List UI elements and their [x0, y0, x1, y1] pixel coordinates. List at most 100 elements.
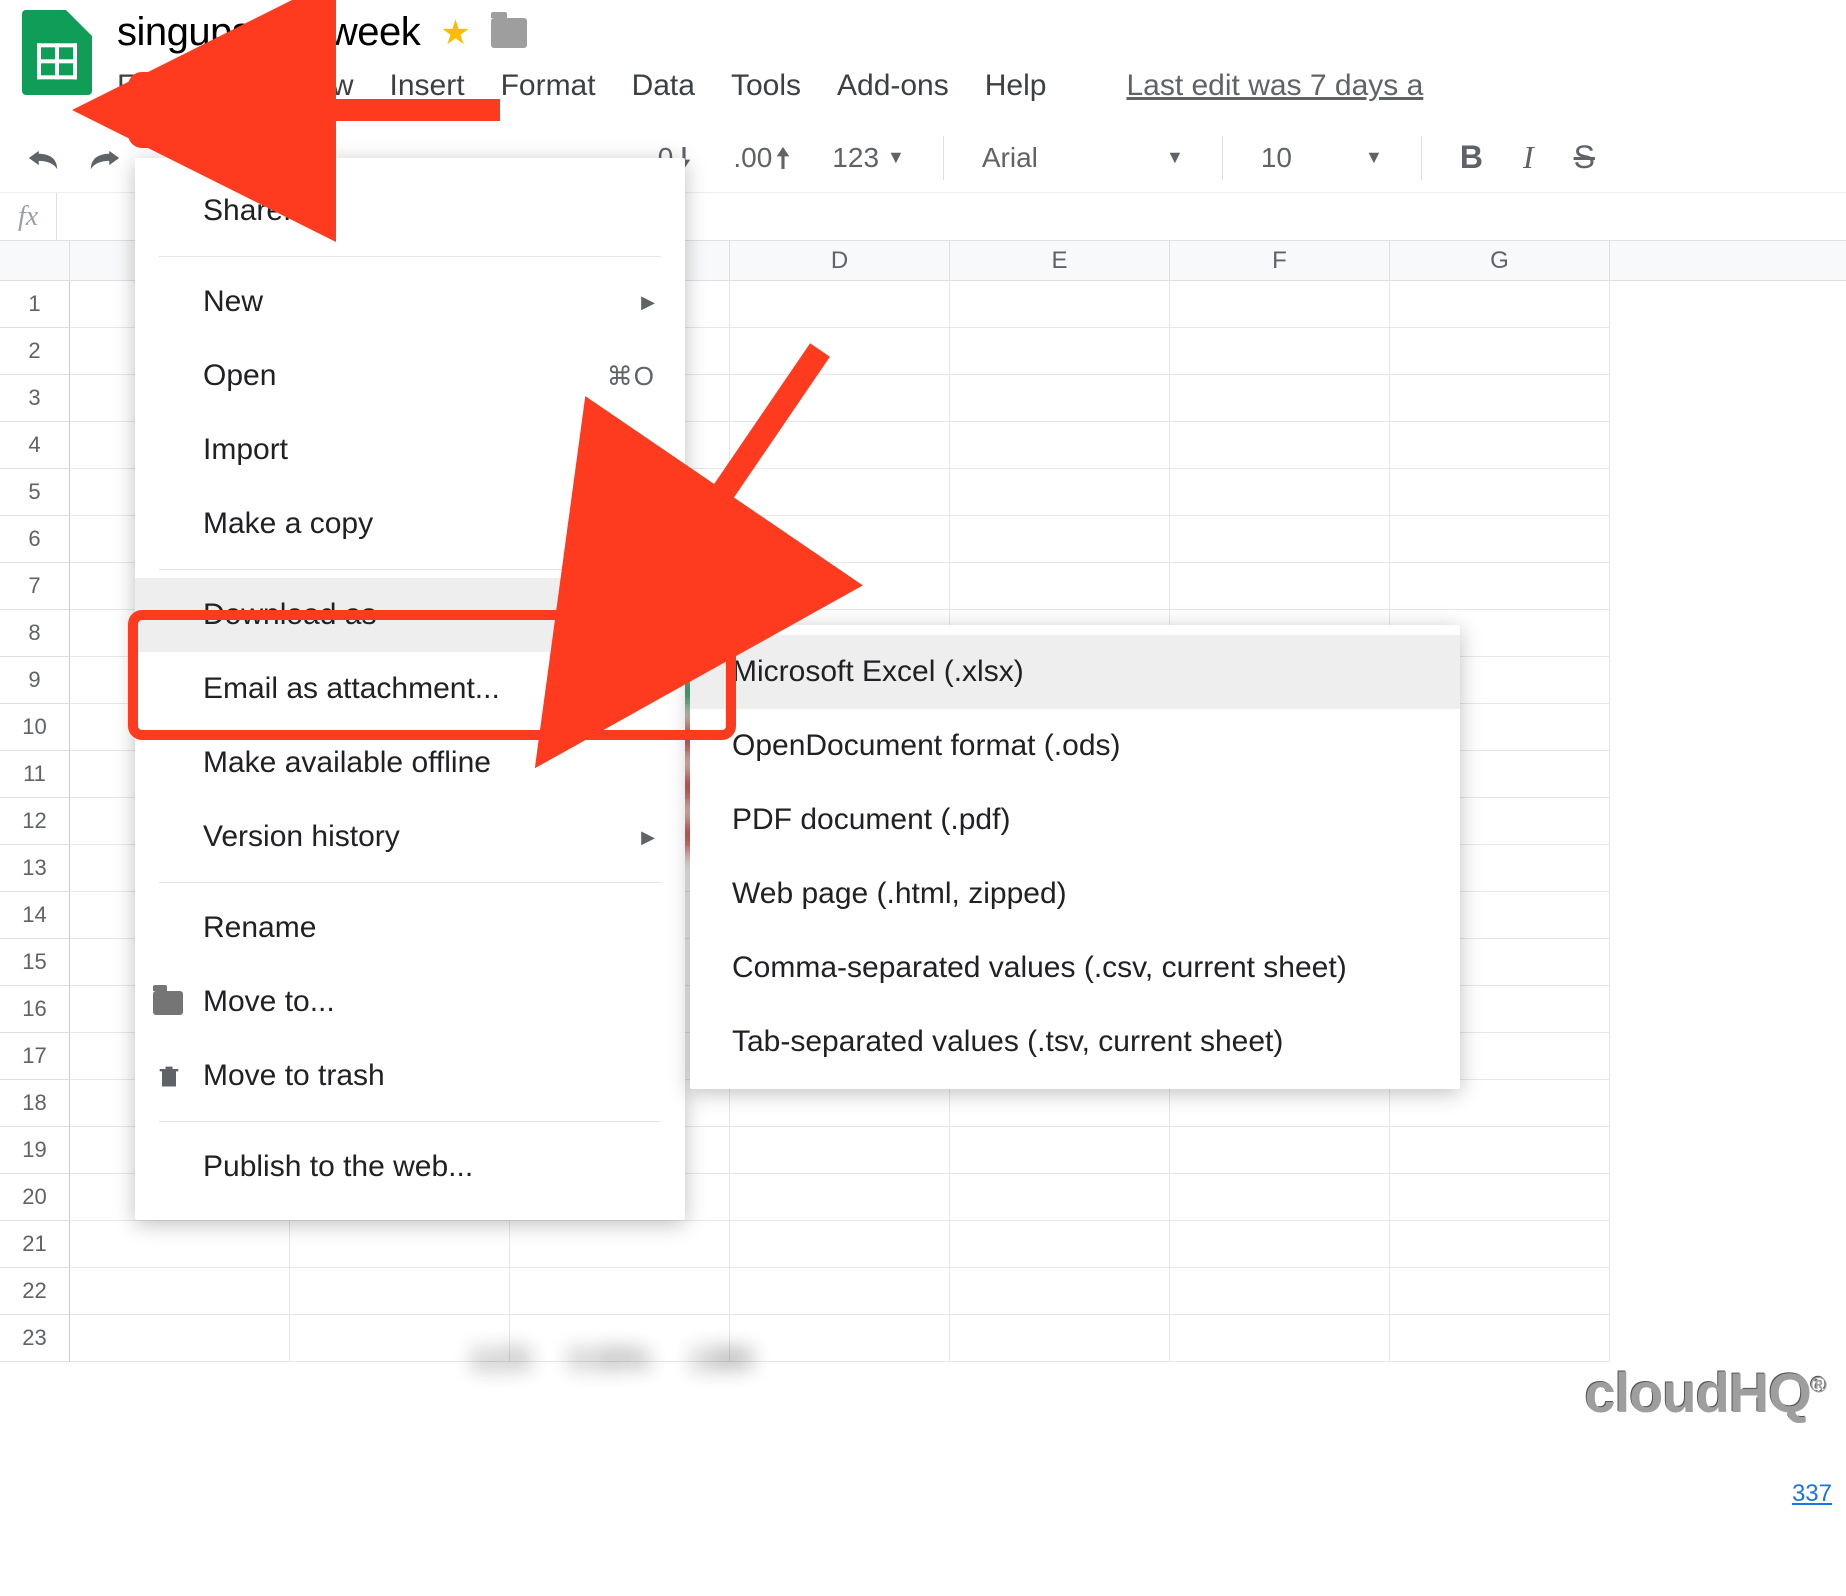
cell[interactable]	[1170, 563, 1390, 610]
cell[interactable]	[1390, 563, 1610, 610]
row-header[interactable]: 1	[0, 281, 70, 328]
row-header[interactable]: 12	[0, 798, 70, 845]
cell[interactable]	[1170, 422, 1390, 469]
row-header[interactable]: 6	[0, 516, 70, 563]
cell[interactable]	[730, 516, 950, 563]
row-header[interactable]: 16	[0, 986, 70, 1033]
menu-data[interactable]: Data	[632, 69, 695, 103]
cell[interactable]	[1390, 516, 1610, 563]
row-header[interactable]: 15	[0, 939, 70, 986]
font-size-dropdown[interactable]: 10▼	[1247, 142, 1397, 174]
strike-button[interactable]: S	[1560, 139, 1609, 176]
cell[interactable]	[950, 1268, 1170, 1315]
cell[interactable]	[950, 1127, 1170, 1174]
cell[interactable]	[1390, 281, 1610, 328]
cell[interactable]	[1390, 1268, 1610, 1315]
menu-help[interactable]: Help	[985, 69, 1047, 103]
cell[interactable]	[950, 1221, 1170, 1268]
increase-decimal-button[interactable]: .00	[719, 142, 806, 174]
menu-item-import[interactable]: Import	[135, 413, 685, 487]
cell[interactable]	[730, 1221, 950, 1268]
cell[interactable]	[1390, 1174, 1610, 1221]
last-edit-link[interactable]: Last edit was 7 days a	[1126, 69, 1423, 103]
cell[interactable]	[950, 281, 1170, 328]
row-header[interactable]: 3	[0, 375, 70, 422]
star-icon[interactable]: ★	[440, 13, 470, 53]
menu-item-new[interactable]: New▶	[135, 265, 685, 339]
cell[interactable]	[70, 1268, 290, 1315]
cell[interactable]	[290, 1221, 510, 1268]
cell[interactable]	[950, 422, 1170, 469]
submenu-item-tsv[interactable]: Tab-separated values (.tsv, current shee…	[690, 1005, 1460, 1079]
column-header[interactable]: G	[1390, 241, 1610, 280]
cell[interactable]	[730, 328, 950, 375]
submenu-item-ods[interactable]: OpenDocument format (.ods)	[690, 709, 1460, 783]
cell[interactable]	[730, 1268, 950, 1315]
menu-format[interactable]: Format	[501, 69, 596, 103]
number-format-dropdown[interactable]: 123▼	[818, 142, 919, 174]
submenu-item-html[interactable]: Web page (.html, zipped)	[690, 857, 1460, 931]
menu-item-make-copy[interactable]: Make a copy	[135, 487, 685, 561]
row-header[interactable]: 20	[0, 1174, 70, 1221]
cell[interactable]	[290, 1268, 510, 1315]
menu-file[interactable]: File	[117, 69, 165, 103]
document-title[interactable]: singups per week	[117, 10, 420, 55]
folder-icon[interactable]	[491, 18, 527, 48]
menu-item-move-to-trash[interactable]: Move to trash	[135, 1039, 685, 1113]
cell[interactable]	[950, 516, 1170, 563]
cell[interactable]	[730, 469, 950, 516]
cell[interactable]	[730, 281, 950, 328]
row-header[interactable]: 14	[0, 892, 70, 939]
row-header[interactable]: 4	[0, 422, 70, 469]
cell[interactable]	[730, 422, 950, 469]
column-header[interactable]: E	[950, 241, 1170, 280]
menu-tools[interactable]: Tools	[731, 69, 801, 103]
cell[interactable]	[1170, 516, 1390, 563]
row-header[interactable]: 19	[0, 1127, 70, 1174]
cell[interactable]	[510, 1268, 730, 1315]
cell[interactable]	[1390, 469, 1610, 516]
row-header[interactable]: 2	[0, 328, 70, 375]
cell[interactable]	[730, 1174, 950, 1221]
submenu-item-pdf[interactable]: PDF document (.pdf)	[690, 783, 1460, 857]
cell[interactable]	[1170, 375, 1390, 422]
cell[interactable]	[1170, 1315, 1390, 1362]
cell[interactable]	[1170, 1127, 1390, 1174]
cell[interactable]	[950, 1174, 1170, 1221]
column-header[interactable]: F	[1170, 241, 1390, 280]
cell[interactable]	[1170, 469, 1390, 516]
cell[interactable]	[730, 1127, 950, 1174]
row-header[interactable]: 13	[0, 845, 70, 892]
cell[interactable]	[1390, 422, 1610, 469]
cell[interactable]	[730, 375, 950, 422]
menu-item-version-history[interactable]: Version history▶	[135, 800, 685, 874]
cell[interactable]	[1390, 1127, 1610, 1174]
cell[interactable]	[1390, 328, 1610, 375]
row-header[interactable]: 18	[0, 1080, 70, 1127]
cell[interactable]	[950, 1315, 1170, 1362]
row-header[interactable]: 8	[0, 610, 70, 657]
cell[interactable]	[1390, 1221, 1610, 1268]
cell[interactable]	[1170, 1221, 1390, 1268]
row-header[interactable]: 22	[0, 1268, 70, 1315]
row-header[interactable]: 23	[0, 1315, 70, 1362]
row-header[interactable]: 7	[0, 563, 70, 610]
menu-insert[interactable]: Insert	[390, 69, 465, 103]
cell[interactable]	[1170, 1268, 1390, 1315]
cell[interactable]	[1170, 1174, 1390, 1221]
italic-button[interactable]: I	[1509, 139, 1548, 176]
cell[interactable]	[510, 1221, 730, 1268]
menu-item-download-as[interactable]: Download as▶	[135, 578, 685, 652]
menu-addons[interactable]: Add-ons	[837, 69, 949, 103]
cell[interactable]	[1170, 281, 1390, 328]
cell[interactable]	[70, 1315, 290, 1362]
sheets-app-icon[interactable]	[22, 10, 92, 95]
redo-button[interactable]	[74, 123, 136, 192]
cell[interactable]	[1390, 375, 1610, 422]
cell[interactable]	[730, 563, 950, 610]
menu-item-move-to[interactable]: Move to...	[135, 965, 685, 1039]
cell[interactable]	[950, 328, 1170, 375]
bold-button[interactable]: B	[1446, 139, 1497, 176]
undo-button[interactable]	[0, 123, 74, 192]
menu-view[interactable]: View	[289, 69, 353, 103]
